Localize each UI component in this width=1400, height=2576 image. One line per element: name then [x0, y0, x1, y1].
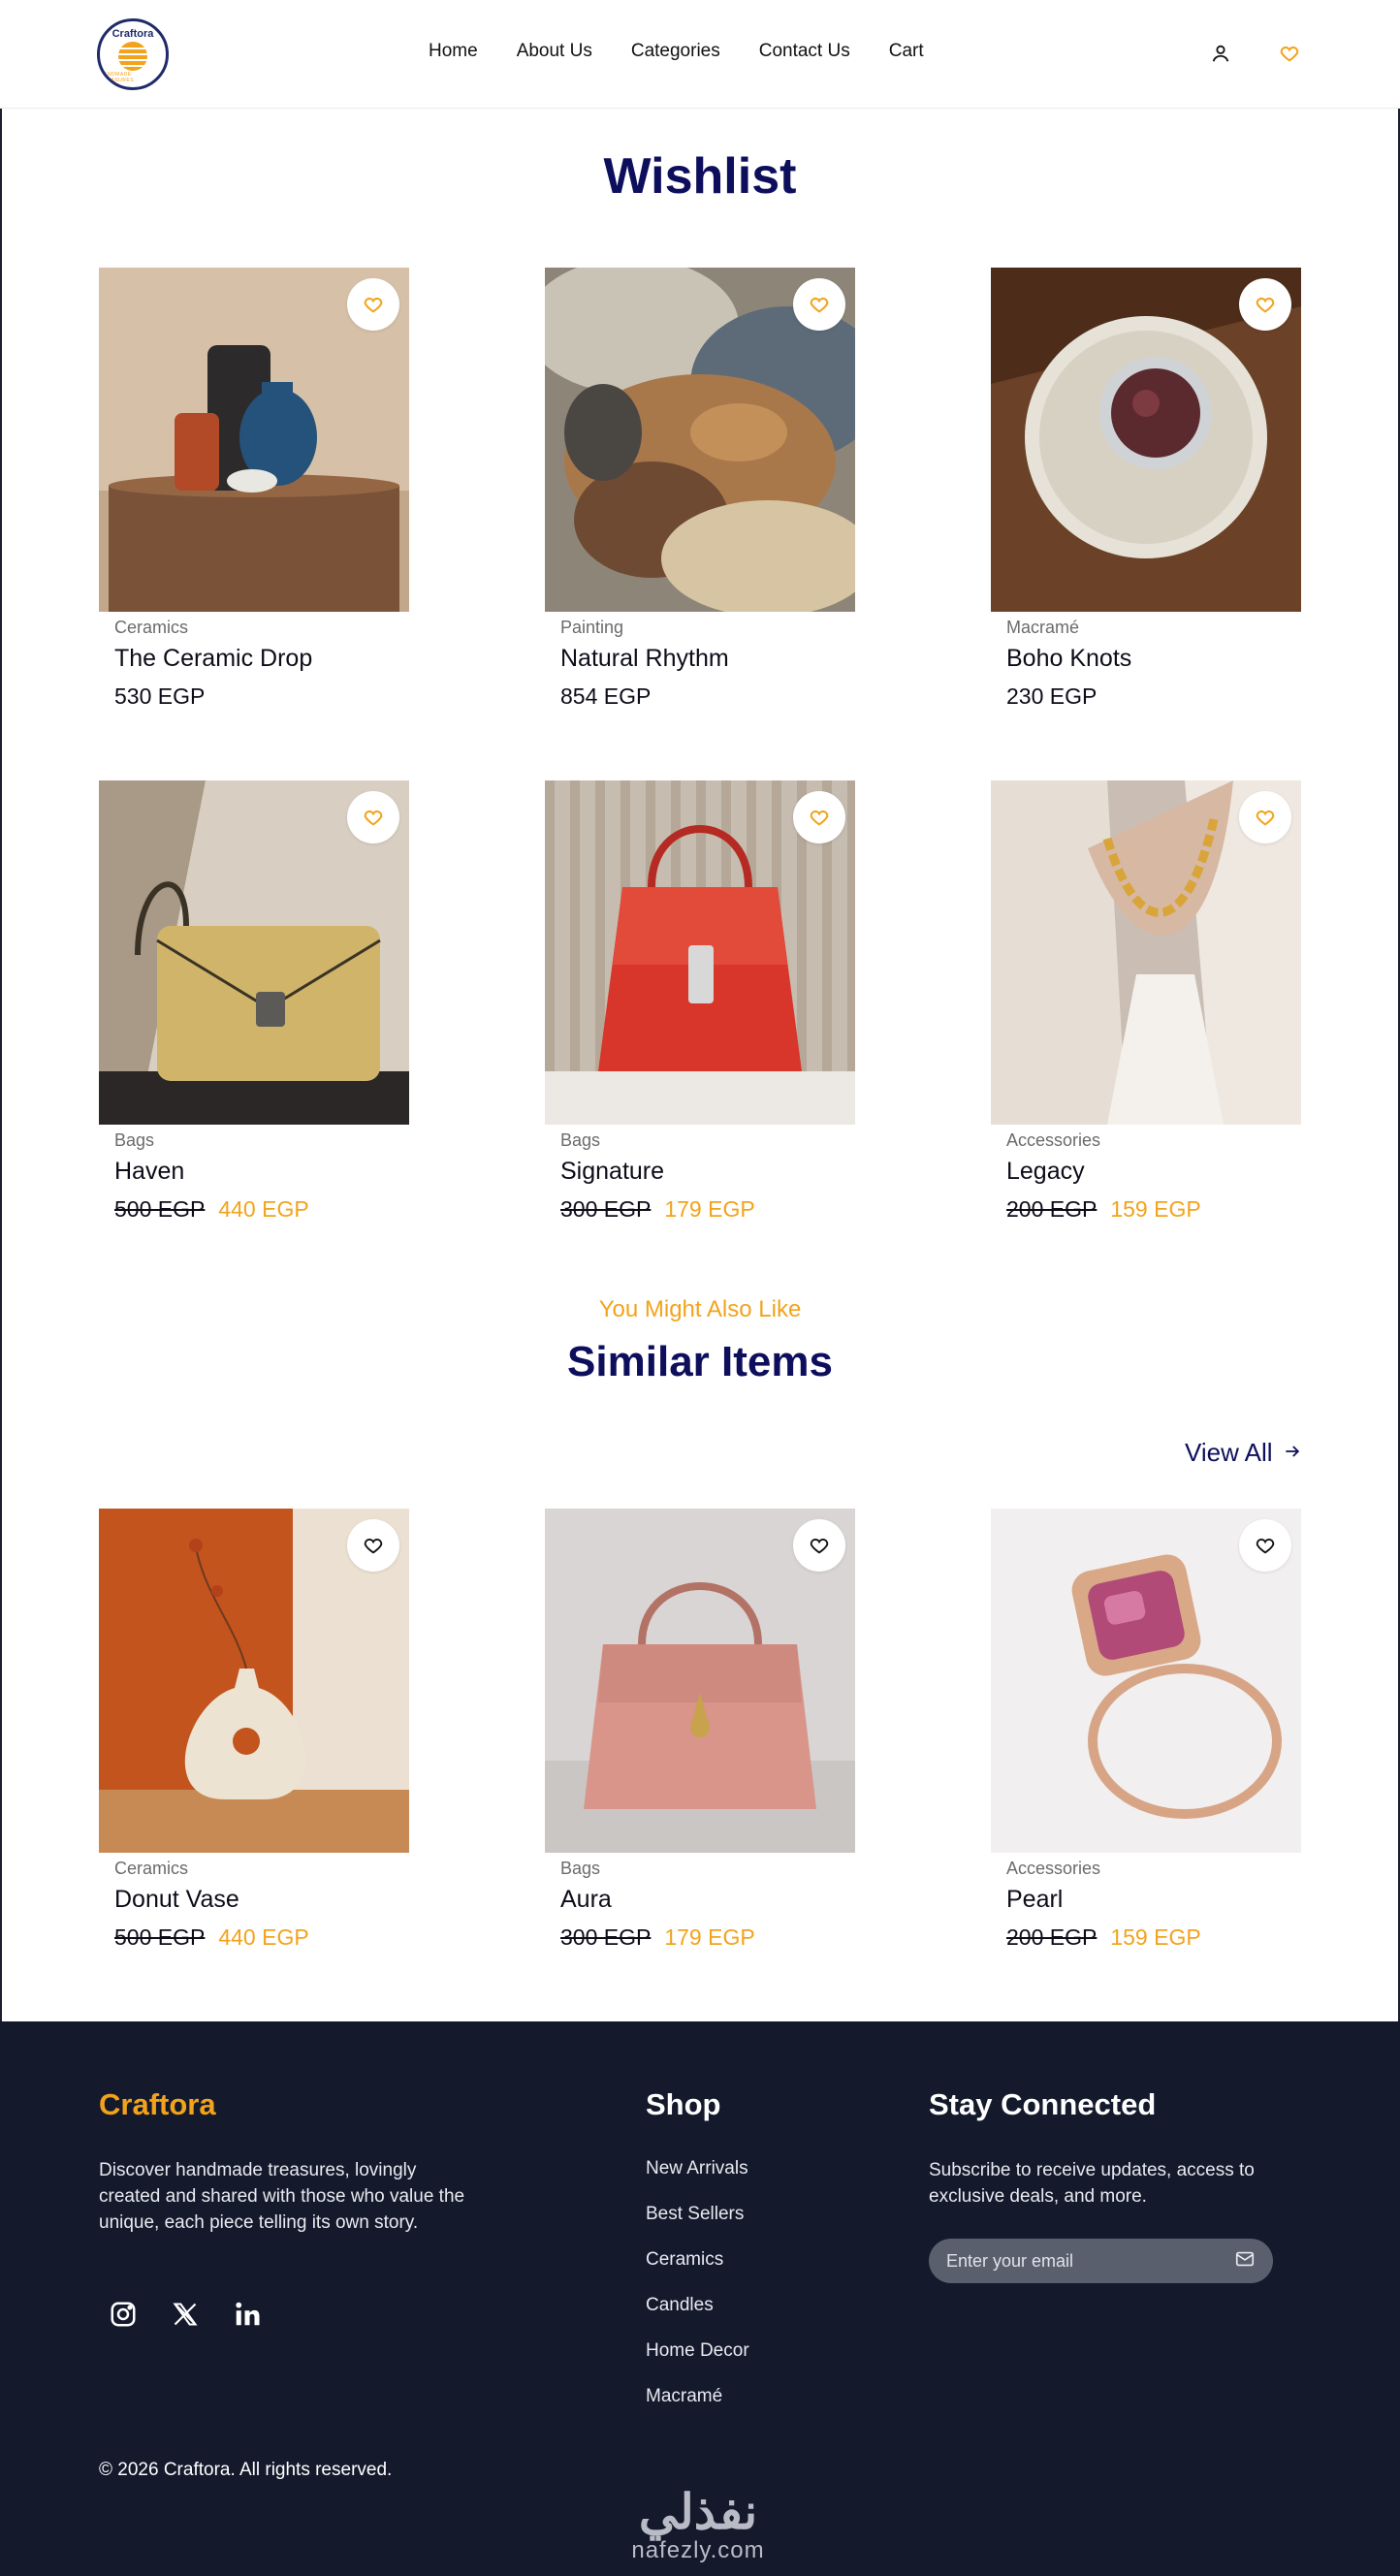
product-price: 500 EGP 440 EGP	[114, 1924, 309, 1951]
watermark: نفذلي nafezly.com	[611, 2487, 785, 2564]
wishlist-heart-button[interactable]	[347, 791, 399, 843]
site-footer: Craftora Discover handmade treasures, lo…	[0, 2021, 1400, 2576]
footer-description: Discover handmade treasures, lovingly cr…	[99, 2160, 465, 2233]
linkedin-icon[interactable]	[231, 2298, 264, 2331]
logo-tagline: HANDMADE TREASURES	[100, 71, 135, 83]
product-name[interactable]: Donut Vase	[114, 1886, 239, 1914]
sale-price: 179 EGP	[664, 1924, 755, 1950]
footer-shop-heading: Shop	[646, 2087, 721, 2121]
section-subtitle: You Might Also Like	[598, 1296, 802, 1322]
product-category: Accessories	[1006, 1859, 1101, 1878]
product-price: 500 EGP 440 EGP	[114, 1196, 309, 1223]
footer-link[interactable]: Best Sellers	[646, 2204, 749, 2249]
product-price: 230 EGP	[1006, 684, 1098, 709]
nav-categories[interactable]: Categories	[631, 41, 720, 62]
product-name[interactable]: Natural Rhythm	[560, 645, 729, 673]
old-price: 300 EGP	[560, 1924, 652, 1950]
footer-link[interactable]: Home Decor	[646, 2340, 749, 2386]
product-name[interactable]: Pearl	[1006, 1886, 1063, 1914]
sale-price: 440 EGP	[218, 1196, 309, 1222]
old-price: 500 EGP	[114, 1924, 206, 1950]
product-name[interactable]: The Ceramic Drop	[114, 645, 312, 673]
footer-shop-links: New Arrivals Best Sellers Ceramics Candl…	[646, 2158, 749, 2432]
email-input[interactable]	[946, 2250, 1234, 2272]
watermark-arabic: نفذلي	[638, 2485, 758, 2539]
logo[interactable]: Craftora HANDMADE TREASURES	[97, 18, 169, 90]
product-price: 300 EGP 179 EGP	[560, 1196, 755, 1223]
old-price: 300 EGP	[560, 1196, 652, 1222]
sale-price: 179 EGP	[664, 1196, 755, 1222]
footer-stay-heading: Stay Connected	[929, 2087, 1157, 2121]
copyright: © 2026 Craftora. All rights reserved.	[99, 2460, 393, 2480]
product-name[interactable]: Haven	[114, 1158, 184, 1186]
old-price: 500 EGP	[114, 1196, 206, 1222]
site-header: Craftora HANDMADE TREASURES Home About U…	[0, 0, 1400, 109]
product-category: Ceramics	[114, 618, 189, 637]
view-all-label: View All	[1185, 1438, 1273, 1467]
arrow-right-icon	[1283, 1438, 1302, 1468]
wishlist-heart-button[interactable]	[793, 791, 845, 843]
product-category: Bags	[114, 1130, 155, 1150]
sale-price: 159 EGP	[1110, 1924, 1201, 1950]
wishlist-heart-button[interactable]	[1239, 1519, 1291, 1572]
product-category: Painting	[560, 618, 624, 637]
product-price: 200 EGP 159 EGP	[1006, 1196, 1201, 1223]
nav-home[interactable]: Home	[429, 41, 478, 62]
old-price: 200 EGP	[1006, 1924, 1098, 1950]
product-price: 530 EGP	[114, 684, 206, 709]
wishlist-heart-button[interactable]	[1239, 278, 1291, 331]
logo-sun-icon	[118, 41, 147, 71]
product-price: 300 EGP 179 EGP	[560, 1924, 755, 1951]
nav-contact[interactable]: Contact Us	[759, 41, 850, 62]
footer-brand[interactable]: Craftora	[99, 2087, 216, 2122]
newsletter-form	[929, 2239, 1273, 2283]
wishlist-heart-button[interactable]	[793, 1519, 845, 1572]
nav-cart[interactable]: Cart	[889, 41, 924, 62]
watermark-url: nafezly.com	[631, 2537, 765, 2563]
product-category: Ceramics	[114, 1859, 189, 1878]
nav-about[interactable]: About Us	[517, 41, 592, 62]
x-icon[interactable]	[169, 2298, 202, 2331]
heart-icon[interactable]	[1275, 39, 1304, 68]
product-category: Macramé	[1006, 618, 1080, 637]
footer-stay-description: Subscribe to receive updates, access to …	[929, 2160, 1255, 2207]
instagram-icon[interactable]	[107, 2298, 140, 2331]
sale-price: 159 EGP	[1110, 1196, 1201, 1222]
social-links	[107, 2298, 264, 2331]
footer-link[interactable]: New Arrivals	[646, 2158, 749, 2204]
product-price: 200 EGP 159 EGP	[1006, 1924, 1201, 1951]
product-name[interactable]: Legacy	[1006, 1158, 1085, 1186]
wishlist-heart-button[interactable]	[347, 278, 399, 331]
page-title: Wishlist	[603, 148, 797, 205]
product-category: Accessories	[1006, 1130, 1101, 1150]
product-name[interactable]: Boho Knots	[1006, 645, 1131, 673]
footer-link[interactable]: Ceramics	[646, 2249, 749, 2295]
footer-link[interactable]: Candles	[646, 2295, 749, 2340]
view-all-link[interactable]: View All	[1185, 1438, 1302, 1468]
main-nav: Home About Us Categories Contact Us Cart	[429, 41, 924, 62]
sale-price: 440 EGP	[218, 1924, 309, 1950]
user-icon[interactable]	[1206, 39, 1235, 68]
wishlist-heart-button[interactable]	[1239, 791, 1291, 843]
wishlist-heart-button[interactable]	[793, 278, 845, 331]
footer-link[interactable]: Macramé	[646, 2386, 749, 2432]
logo-text: Craftora	[111, 27, 154, 40]
section-title: Similar Items	[567, 1338, 833, 1385]
product-name[interactable]: Aura	[560, 1886, 612, 1914]
product-category: Bags	[560, 1859, 601, 1878]
old-price: 200 EGP	[1006, 1196, 1098, 1222]
wishlist-heart-button[interactable]	[347, 1519, 399, 1572]
mail-icon[interactable]	[1234, 2248, 1256, 2274]
product-price: 854 EGP	[560, 684, 652, 709]
product-name[interactable]: Signature	[560, 1158, 664, 1186]
product-category: Bags	[560, 1130, 601, 1150]
